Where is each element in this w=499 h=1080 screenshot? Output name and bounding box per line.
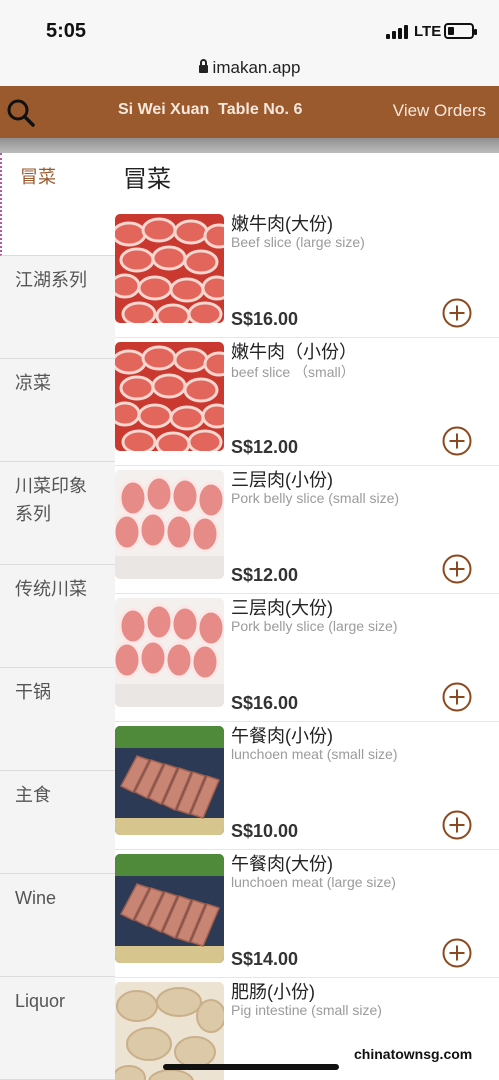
menu-item[interactable]: 嫩牛肉(大份) Beef slice (large size) S$16.00 <box>115 210 499 338</box>
url-text: imakan.app <box>198 58 300 77</box>
item-name: 肥肠(小份) <box>231 982 315 1002</box>
watermark: chinatownsg.com <box>352 1046 475 1062</box>
add-icon[interactable] <box>442 298 472 328</box>
signal-icon <box>386 25 408 39</box>
menu-list: 冒菜 嫩牛肉(大份) Beef slice (large size) S$16.… <box>115 153 499 1080</box>
item-description: beef slice （small） <box>231 364 355 380</box>
add-icon[interactable] <box>442 938 472 968</box>
item-price: S$12.00 <box>231 437 299 457</box>
add-icon[interactable] <box>442 682 472 712</box>
status-bar: 5:05 LTE <box>0 0 499 50</box>
item-description: lunchoen meat (large size) <box>231 874 396 890</box>
search-icon[interactable] <box>6 98 36 128</box>
add-icon[interactable] <box>442 810 472 840</box>
item-name: 嫩牛肉（小份） <box>231 342 357 362</box>
category-sidebar: 冒菜 江湖系列 凉菜 川菜印象系列 传统川菜 干锅 主食 Wine Liquor <box>0 153 115 1080</box>
page-title: Si Wei Xuan Table No. 6 <box>118 101 303 118</box>
sidebar-item-wine[interactable]: Wine <box>0 874 115 977</box>
item-description: Beef slice (large size) <box>231 234 365 250</box>
item-name: 午餐肉(小份) <box>231 726 333 746</box>
add-icon[interactable] <box>442 554 472 584</box>
item-description: Pork belly slice (large size) <box>231 618 398 634</box>
sidebar-item-cold-dishes[interactable]: 凉菜 <box>0 359 115 462</box>
header-divider <box>0 138 499 153</box>
sidebar-item-sichuan-impression[interactable]: 川菜印象系列 <box>0 462 115 565</box>
address-bar[interactable]: imakan.app <box>0 50 499 86</box>
pork-belly-image <box>115 598 224 707</box>
status-time: 5:05 <box>46 20 87 42</box>
item-name: 三层肉(大份) <box>231 598 333 618</box>
add-icon[interactable] <box>442 426 472 456</box>
beef-slice-image <box>115 214 224 323</box>
network-label: LTE <box>414 23 442 40</box>
menu-item[interactable]: 三层肉(大份) Pork belly slice (large size) S$… <box>115 594 499 722</box>
item-price: S$10.00 <box>231 821 299 841</box>
item-description: Pig intestine (small size) <box>231 1002 382 1018</box>
sidebar-item-traditional-sichuan[interactable]: 传统川菜 <box>0 565 115 668</box>
beef-slice-image <box>115 342 224 451</box>
item-description: Pork belly slice (small size) <box>231 490 400 506</box>
item-name: 午餐肉(大份) <box>231 854 333 874</box>
pork-belly-image <box>115 470 224 579</box>
item-price: S$16.00 <box>231 693 299 713</box>
menu-item[interactable]: 午餐肉(小份) lunchoen meat (small size) S$10.… <box>115 722 499 850</box>
item-description: lunchoen meat (small size) <box>231 746 398 762</box>
sidebar-item-staple[interactable]: 主食 <box>0 771 115 874</box>
item-price: S$16.00 <box>231 309 299 329</box>
item-price: S$12.00 <box>231 565 299 585</box>
sidebar-item-maocai[interactable]: 冒菜 <box>0 153 115 256</box>
view-orders-button[interactable]: View Orders <box>393 101 486 121</box>
lock-icon <box>198 59 208 73</box>
item-name: 嫩牛肉(大份) <box>231 214 333 234</box>
battery-icon <box>444 23 477 39</box>
app-header: Si Wei Xuan Table No. 6 View Orders <box>0 86 499 138</box>
sidebar-item-liquor[interactable]: Liquor <box>0 977 115 1080</box>
sidebar-item-dry-pot[interactable]: 干锅 <box>0 668 115 771</box>
item-price: S$14.00 <box>231 949 299 969</box>
menu-item[interactable]: 午餐肉(大份) lunchoen meat (large size) S$14.… <box>115 850 499 978</box>
menu-item[interactable]: 三层肉(小份) Pork belly slice (small size) S$… <box>115 466 499 594</box>
item-name: 三层肉(小份) <box>231 470 333 490</box>
luncheon-meat-image <box>115 854 224 963</box>
home-indicator[interactable] <box>163 1064 339 1070</box>
category-title: 冒菜 <box>123 166 171 193</box>
menu-item[interactable]: 嫩牛肉（小份） beef slice （small） S$12.00 <box>115 338 499 466</box>
sidebar-item-jianghu[interactable]: 江湖系列 <box>0 256 115 359</box>
luncheon-meat-image <box>115 726 224 835</box>
